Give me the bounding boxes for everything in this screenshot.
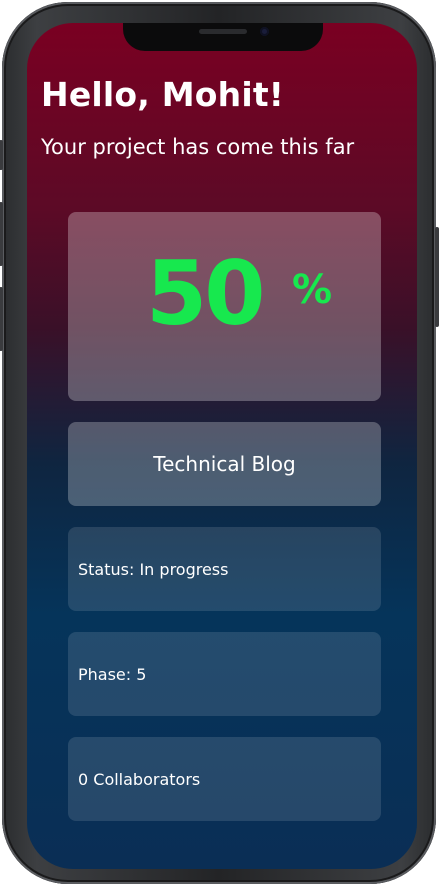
project-name-card[interactable]: Technical Blog <box>68 422 381 506</box>
app-screen: Hello, Mohit! Your project has come this… <box>27 23 417 869</box>
phase-text: Phase: 5 <box>78 664 147 684</box>
collaborators-text: 0 Collaborators <box>78 769 201 789</box>
collaborators-card[interactable]: 0 Collaborators <box>68 737 381 821</box>
volume-up-button <box>0 202 3 266</box>
notch <box>123 23 323 51</box>
front-camera-icon <box>260 27 269 36</box>
project-name: Technical Blog <box>153 452 296 476</box>
status-card[interactable]: Status: In progress <box>68 527 381 611</box>
progress-card: 50 % <box>68 212 381 401</box>
silent-switch <box>0 140 3 170</box>
phase-card[interactable]: Phase: 5 <box>68 632 381 716</box>
speaker-grille <box>199 29 247 34</box>
greeting-title: Hello, Mohit! <box>41 75 285 114</box>
status-text: Status: In progress <box>78 559 229 579</box>
progress-percent-sign: % <box>292 267 333 313</box>
progress-subtitle: Your project has come this far <box>41 135 355 159</box>
phone-frame: Hello, Mohit! Your project has come this… <box>0 2 439 884</box>
power-button <box>435 227 439 327</box>
volume-down-button <box>0 287 3 351</box>
progress-percentage-value: 50 <box>146 242 265 345</box>
